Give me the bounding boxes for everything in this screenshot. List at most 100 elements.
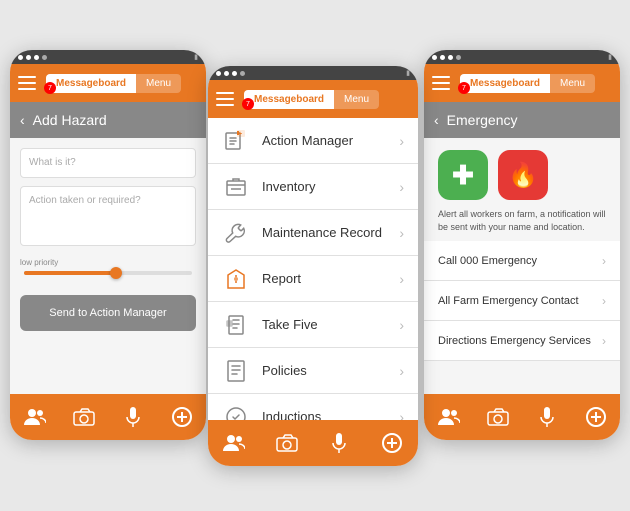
scene: ▮ 7 Messageboard Menu ‹ Add Hazard What … <box>0 0 630 511</box>
take-five-label: Take Five <box>262 317 387 332</box>
status-bar-center: ▮ <box>208 66 418 80</box>
emergency-call-000[interactable]: Call 000 Emergency › <box>424 241 620 281</box>
emergency-farm-contact[interactable]: All Farm Emergency Contact › <box>424 281 620 321</box>
tab-plus-right[interactable] <box>578 399 614 435</box>
farm-contact-label: All Farm Emergency Contact <box>438 295 579 307</box>
tab-people-center[interactable] <box>216 425 252 461</box>
add-hazard-header: ‹ Add Hazard <box>10 102 206 138</box>
form-area: What is it? Action taken or required? lo… <box>10 138 206 430</box>
action-placeholder: Action taken or required? <box>29 195 141 206</box>
dot4 <box>42 55 47 60</box>
menu-list: + Action Manager › Inventory › <box>208 118 418 420</box>
slider-track[interactable] <box>24 271 192 275</box>
inductions-chevron: › <box>399 409 404 421</box>
rdot4 <box>456 55 461 60</box>
maintenance-label: Maintenance Record <box>262 225 387 240</box>
slider-thumb[interactable] <box>110 267 122 279</box>
menu-tab-left[interactable]: Menu <box>136 74 181 93</box>
action-field[interactable]: Action taken or required? <box>20 186 196 246</box>
menu-item-maintenance[interactable]: Maintenance Record › <box>208 210 418 256</box>
what-is-it-field[interactable]: What is it? <box>20 148 196 178</box>
call-000-chevron: › <box>602 254 606 268</box>
svg-text:+: + <box>238 131 242 138</box>
battery-right: ▮ <box>608 53 612 61</box>
fire-icon[interactable]: 🔥 <box>498 150 548 200</box>
messageboard-tab-right[interactable]: Messageboard <box>460 74 550 93</box>
emergency-header: ‹ Emergency <box>424 102 620 138</box>
nav-bar-right: 7 Messageboard Menu <box>424 64 620 102</box>
menu-tab-center[interactable]: Menu <box>334 90 379 109</box>
tab-plus-left[interactable] <box>164 399 200 435</box>
priority-slider-area: low priority <box>20 254 196 279</box>
menu-tab-right[interactable]: Menu <box>550 74 595 93</box>
tab-people-right[interactable] <box>431 399 467 435</box>
emergency-title: Emergency <box>447 112 518 128</box>
back-arrow-right[interactable]: ‹ <box>434 112 439 128</box>
tab-mic-center[interactable] <box>321 425 357 461</box>
hamburger-icon-right[interactable] <box>432 76 450 90</box>
policies-chevron: › <box>399 363 404 379</box>
medical-symbol: ✚ <box>452 160 474 191</box>
what-is-it-placeholder: What is it? <box>29 157 76 168</box>
tab-camera-right[interactable] <box>480 399 516 435</box>
nav-badge-right: 7 <box>458 82 470 94</box>
messageboard-tab-left[interactable]: Messageboard <box>46 74 136 93</box>
status-dots-left <box>18 55 47 60</box>
directions-label: Directions Emergency Services <box>438 335 591 347</box>
battery-left: ▮ <box>194 53 198 61</box>
hamburger-icon-left[interactable] <box>18 76 36 90</box>
fire-symbol: 🔥 <box>508 161 538 190</box>
hamburger-icon-center[interactable] <box>216 92 234 106</box>
menu-item-take-five[interactable]: Take Five › <box>208 302 418 348</box>
phone-right: ▮ 7 Messageboard Menu ‹ Emergency ✚ <box>424 50 620 440</box>
maintenance-chevron: › <box>399 225 404 241</box>
tab-camera-center[interactable] <box>269 425 305 461</box>
alert-text: Alert all workers on farm, a notificatio… <box>424 208 620 241</box>
cdot1 <box>216 71 221 76</box>
tab-plus-center[interactable] <box>374 425 410 461</box>
menu-item-policies[interactable]: Policies › <box>208 348 418 394</box>
cdot4 <box>240 71 245 76</box>
policies-label: Policies <box>262 363 387 378</box>
take-five-icon <box>222 311 250 339</box>
action-manager-label: Action Manager <box>262 133 387 148</box>
report-icon <box>222 265 250 293</box>
bottom-tabs-center <box>208 420 418 466</box>
inventory-label: Inventory <box>262 179 387 194</box>
inventory-icon <box>222 173 250 201</box>
medical-icon[interactable]: ✚ <box>438 150 488 200</box>
menu-item-inductions[interactable]: Inductions › <box>208 394 418 420</box>
call-000-label: Call 000 Emergency <box>438 255 537 267</box>
dot3 <box>34 55 39 60</box>
menu-item-inventory[interactable]: Inventory › <box>208 164 418 210</box>
nav-badge-left: 7 <box>44 82 56 94</box>
farm-contact-chevron: › <box>602 294 606 308</box>
send-to-action-manager-button[interactable]: Send to Action Manager <box>20 295 196 331</box>
menu-item-report[interactable]: Report › <box>208 256 418 302</box>
emergency-content: ✚ 🔥 Alert all workers on farm, a notific… <box>424 138 620 430</box>
emergency-icons-row: ✚ 🔥 <box>424 138 620 208</box>
action-manager-chevron: › <box>399 133 404 149</box>
status-dots-right <box>432 55 461 60</box>
inductions-label: Inductions <box>262 409 387 420</box>
back-arrow-left[interactable]: ‹ <box>20 112 25 128</box>
take-five-chevron: › <box>399 317 404 333</box>
slider-label: low priority <box>20 258 196 267</box>
bottom-tabs-right <box>424 394 620 440</box>
tab-mic-right[interactable] <box>529 399 565 435</box>
bottom-tabs-left <box>10 394 206 440</box>
directions-chevron: › <box>602 334 606 348</box>
tab-mic-left[interactable] <box>115 399 151 435</box>
rdot2 <box>440 55 445 60</box>
tab-people-left[interactable] <box>17 399 53 435</box>
cdot2 <box>224 71 229 76</box>
nav-bar-center: 7 Messageboard Menu <box>208 80 418 118</box>
tab-camera-left[interactable] <box>66 399 102 435</box>
battery-center: ▮ <box>406 69 410 77</box>
emergency-directions[interactable]: Directions Emergency Services › <box>424 321 620 361</box>
messageboard-tab-center[interactable]: Messageboard <box>244 90 334 109</box>
report-label: Report <box>262 271 387 286</box>
policies-icon <box>222 357 250 385</box>
menu-item-action-manager[interactable]: + Action Manager › <box>208 118 418 164</box>
inventory-chevron: › <box>399 179 404 195</box>
